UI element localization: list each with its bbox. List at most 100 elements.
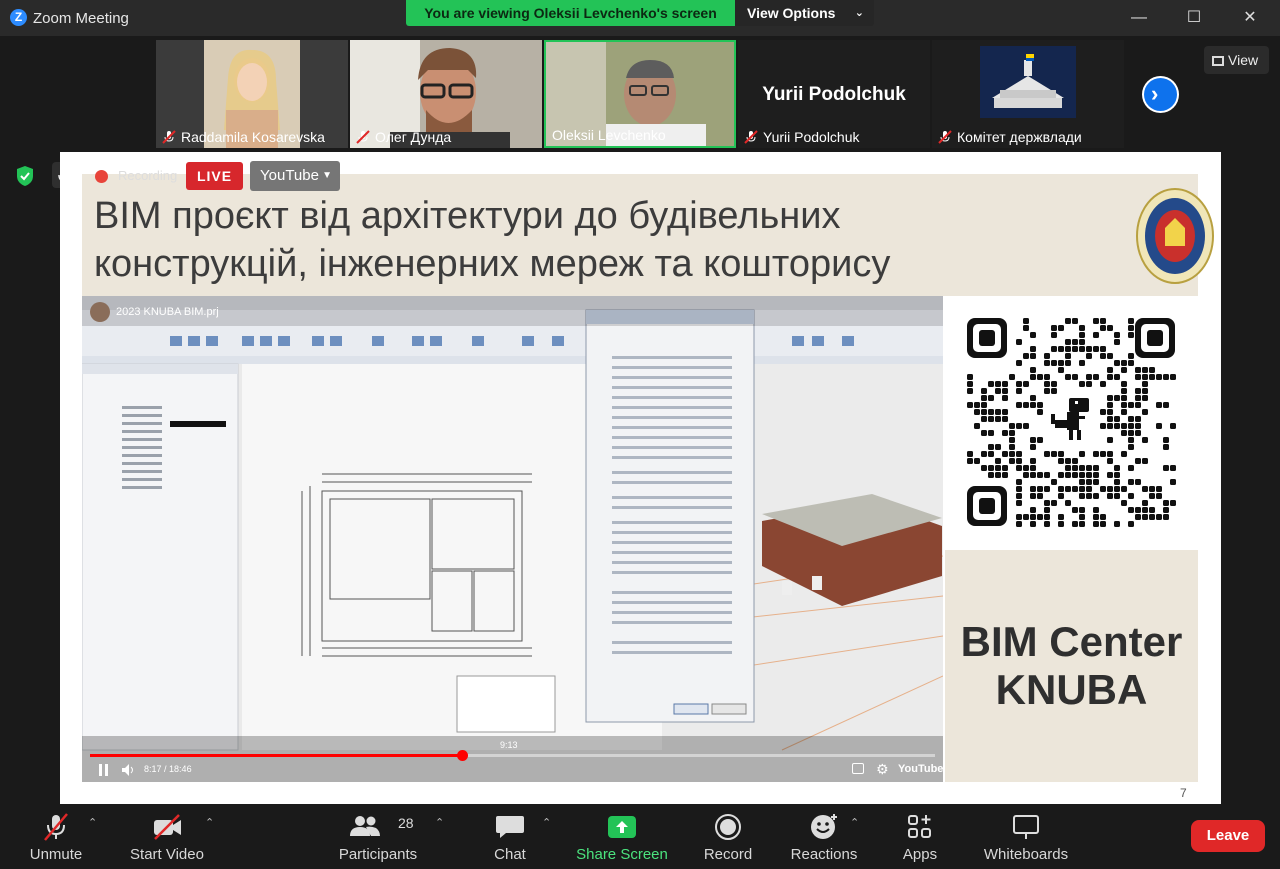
view-layout-button[interactable]: View [1204, 46, 1269, 74]
subtitles-button[interactable] [852, 763, 864, 774]
qr-module [1044, 381, 1050, 387]
qr-module [1044, 360, 1050, 366]
qr-module [1128, 332, 1134, 338]
qr-module [1051, 500, 1057, 506]
participants-options-caret-icon[interactable]: ⌃ [435, 816, 444, 829]
qr-module [1093, 451, 1099, 457]
qr-module [988, 416, 994, 422]
start-video-button[interactable]: Start Video [124, 804, 210, 869]
qr-module [1135, 367, 1141, 373]
qr-module [1086, 374, 1092, 380]
participant-tile[interactable]: Yurii Podolchuk Yurii Podolchuk [738, 40, 930, 148]
qr-module [1093, 507, 1099, 513]
qr-module [1016, 514, 1022, 520]
qr-module [1142, 437, 1148, 443]
whiteboards-button[interactable]: Whiteboards [976, 804, 1076, 869]
qr-module [1023, 402, 1029, 408]
qr-module [1044, 486, 1050, 492]
security-shield-icon[interactable] [14, 165, 36, 187]
participant-tile[interactable]: Комітет держвлади [932, 40, 1124, 148]
view-options-button[interactable]: View Options ⌄ [735, 0, 874, 26]
qr-module [1086, 353, 1092, 359]
qr-module [1023, 318, 1029, 324]
qr-module [1072, 486, 1078, 492]
qr-module [1093, 472, 1099, 478]
qr-module [988, 444, 994, 450]
qr-module [974, 409, 980, 415]
qr-module [1100, 514, 1106, 520]
qr-module [1009, 374, 1015, 380]
minimize-button[interactable]: — [1124, 6, 1154, 30]
video-options-caret-icon[interactable]: ⌃ [205, 816, 214, 829]
slide-header: BIM проєкт від архітектури до будівельни… [82, 174, 1214, 296]
close-button[interactable]: ✕ [1235, 6, 1265, 30]
leave-meeting-button[interactable]: Leave [1191, 820, 1265, 852]
qr-module [1114, 521, 1120, 527]
participants-button[interactable]: 28 Participants [332, 804, 424, 869]
qr-module [1142, 507, 1148, 513]
qr-module [1037, 493, 1043, 499]
stream-platform-dropdown[interactable]: YouTube ▼ [250, 161, 340, 191]
participant-name: Комітет держвлади [938, 129, 1082, 145]
qr-module [1030, 493, 1036, 499]
qr-module [1030, 367, 1036, 373]
participant-display-name: Yurii Podolchuk [762, 84, 906, 105]
next-gallery-page-button[interactable]: › [1142, 76, 1179, 113]
apps-button[interactable]: Apps [892, 804, 948, 869]
share-screen-label: Share Screen [576, 846, 668, 863]
qr-module [1121, 402, 1127, 408]
qr-module [1072, 339, 1078, 345]
whiteboard-icon [1013, 815, 1039, 839]
qr-module [1135, 402, 1141, 408]
qr-module [1100, 353, 1106, 359]
share-screen-button[interactable]: Share Screen [576, 804, 668, 869]
qr-module [1065, 465, 1071, 471]
video-progress-track[interactable] [90, 750, 935, 761]
qr-module [1121, 451, 1127, 457]
qr-module [1023, 381, 1029, 387]
maximize-button[interactable]: ☐ [1179, 6, 1209, 30]
qr-module [1051, 479, 1057, 485]
qr-module [1058, 325, 1064, 331]
qr-module [1065, 374, 1071, 380]
settings-gear-icon[interactable]: ⚙ [876, 761, 889, 778]
qr-module [1156, 374, 1162, 380]
qr-module [1149, 486, 1155, 492]
participant-tile[interactable]: Raddamila Kosarevska [156, 40, 348, 148]
university-seal-icon [1136, 188, 1214, 284]
qr-module [1170, 374, 1176, 380]
chat-options-caret-icon[interactable]: ⌃ [542, 816, 551, 829]
participant-tile-active-speaker[interactable]: Oleksii Levchenko [544, 40, 736, 148]
qr-module [1142, 367, 1148, 373]
youtube-logo[interactable]: YouTube [898, 763, 943, 775]
qr-module [1030, 465, 1036, 471]
participant-tile[interactable]: Олег Дунда [350, 40, 542, 148]
qr-module [1135, 423, 1141, 429]
qr-module [1163, 374, 1169, 380]
qr-module [1009, 458, 1015, 464]
record-button[interactable]: Record [696, 804, 760, 869]
qr-module [1016, 465, 1022, 471]
qr-module [1135, 458, 1141, 464]
qr-module [1072, 458, 1078, 464]
qr-module [995, 381, 1001, 387]
qr-module [1107, 486, 1113, 492]
unmute-button[interactable]: Unmute [18, 804, 94, 869]
qr-module [1058, 451, 1064, 457]
volume-button[interactable] [122, 763, 136, 776]
qr-module [1100, 318, 1106, 324]
unmute-label: Unmute [29, 846, 83, 863]
reactions-options-caret-icon[interactable]: ⌃ [850, 816, 859, 829]
video-scrubber-handle[interactable] [456, 750, 468, 761]
qr-module [1002, 381, 1008, 387]
live-badge-button[interactable]: LIVE [186, 162, 243, 190]
chat-button[interactable]: Chat [484, 804, 536, 869]
qr-module [1058, 367, 1064, 373]
audio-options-caret-icon[interactable]: ⌃ [88, 816, 97, 829]
participants-icon [350, 816, 381, 836]
qr-module [1149, 374, 1155, 380]
pause-button[interactable] [98, 763, 110, 776]
reactions-button[interactable]: Reactions [786, 804, 862, 869]
embedded-video-player[interactable]: 2023 KNUBA BIM.prj 9:13 8:17 / 18:46 ⚙ Y… [82, 296, 943, 782]
qr-module [967, 451, 973, 457]
